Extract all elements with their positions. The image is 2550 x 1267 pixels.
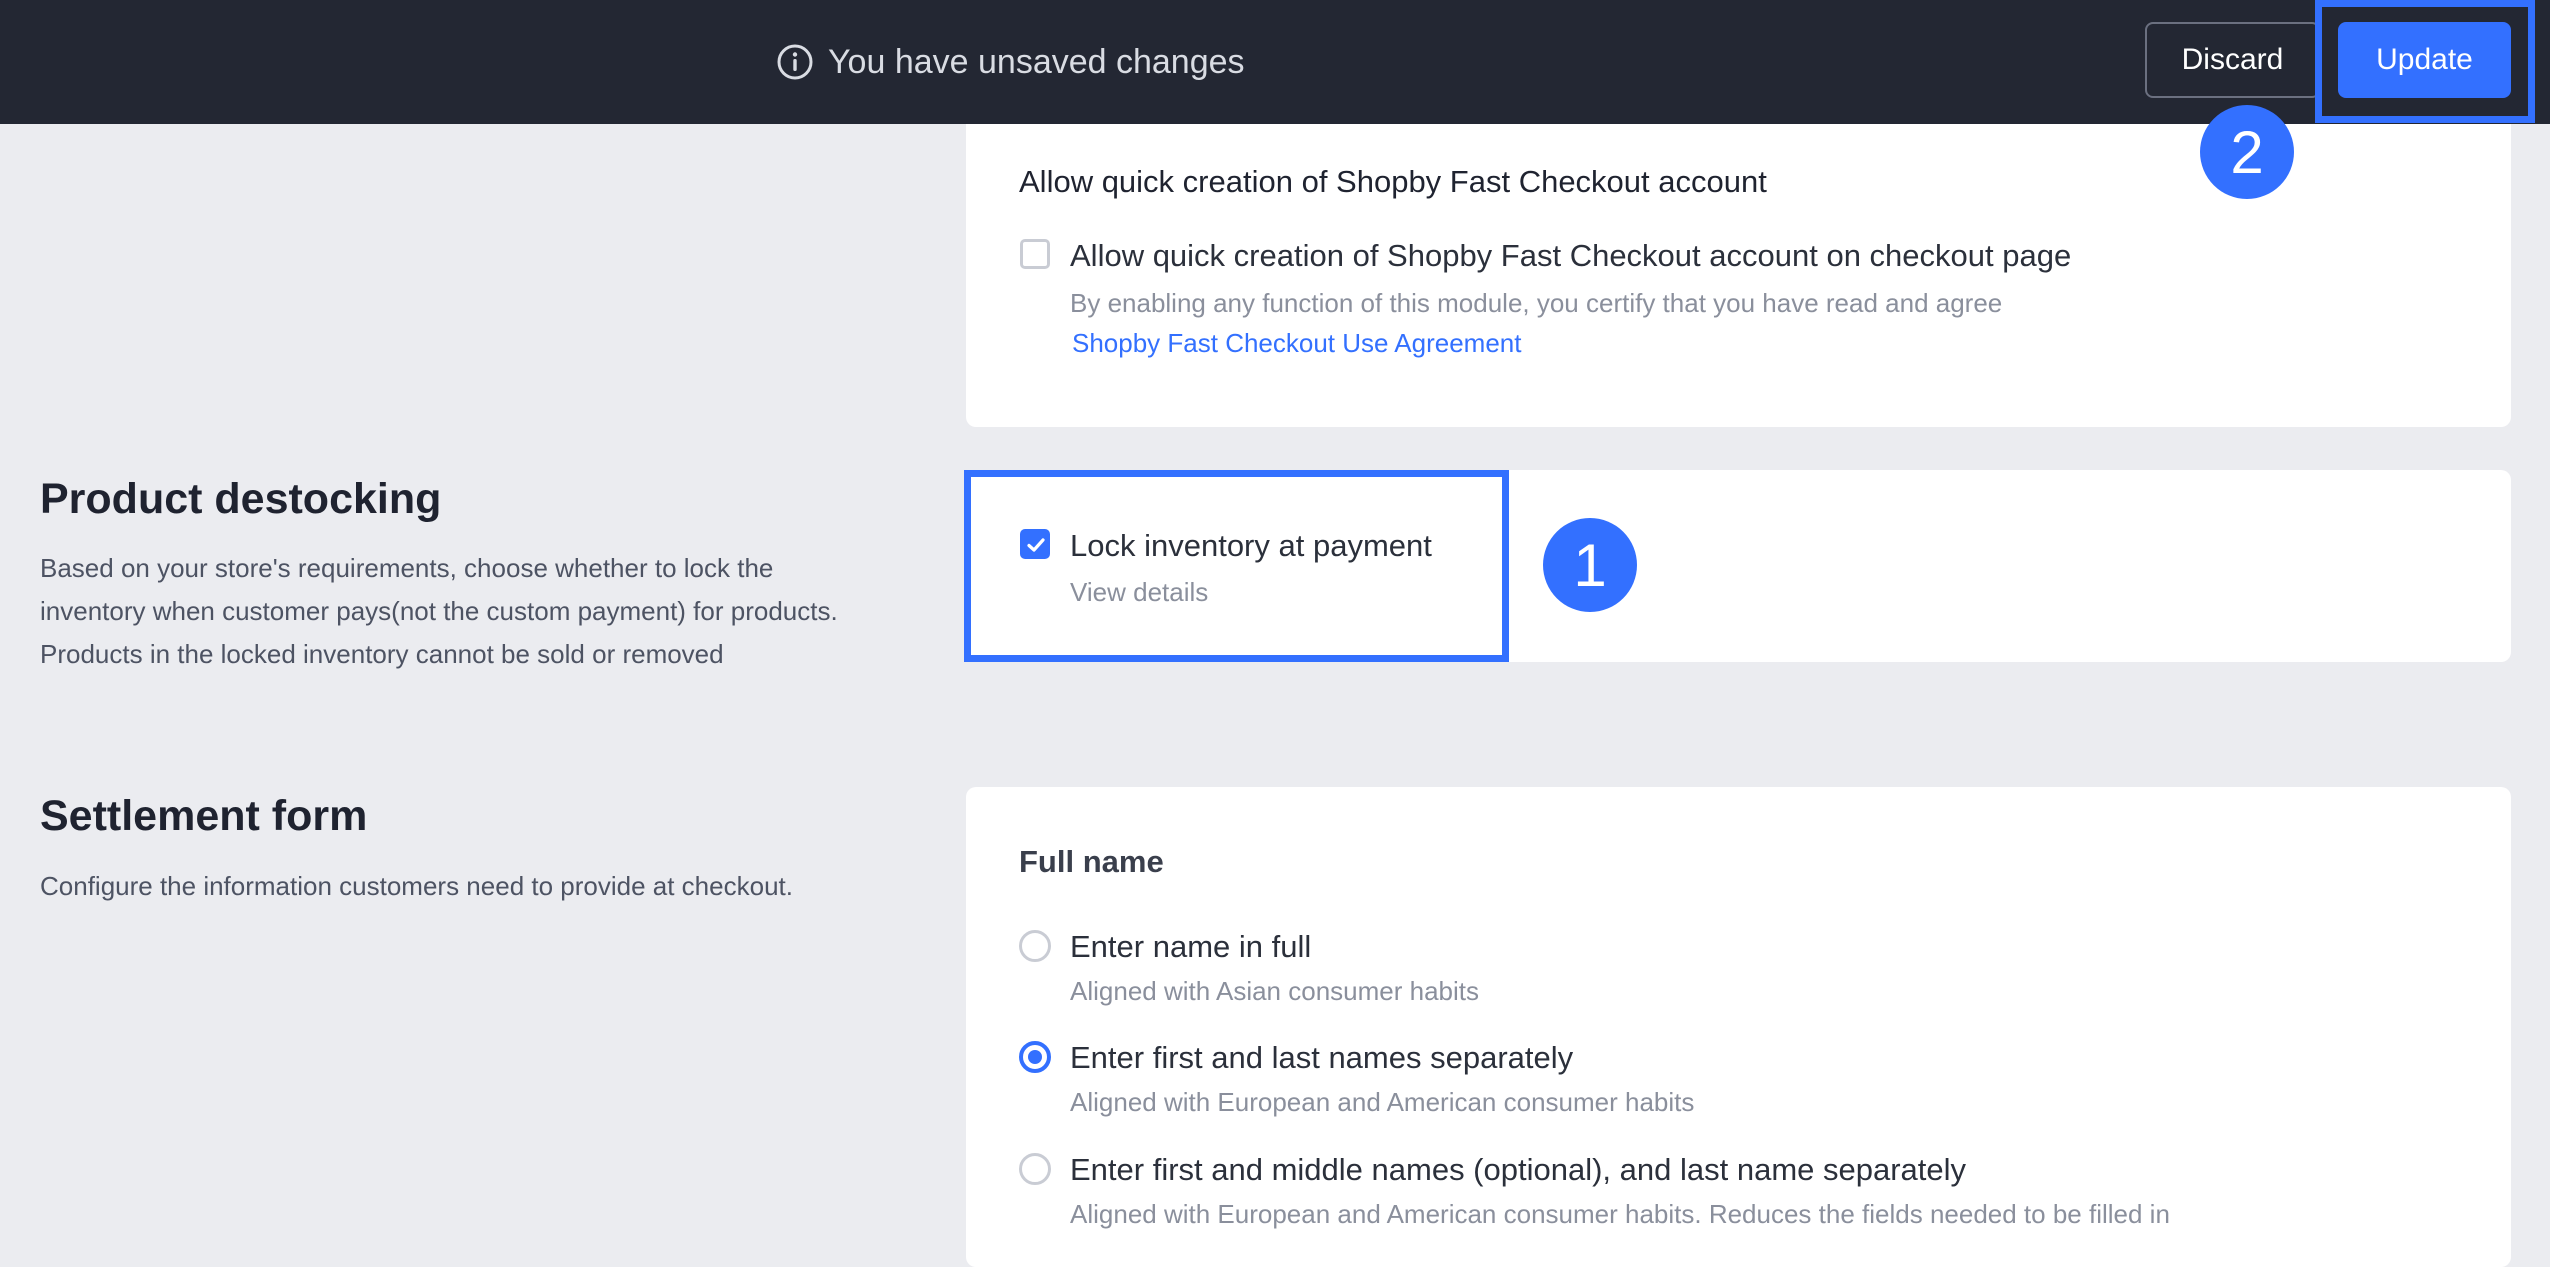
option-description: Aligned with European and American consu… [1070, 1087, 1695, 1117]
full-name-title: Full name [1019, 844, 1164, 879]
highlight-update-button [2315, 0, 2535, 123]
destocking-section-description: Based on your store's requirements, choo… [40, 553, 838, 669]
radio-first-last-separately[interactable] [1019, 1041, 1051, 1073]
option-label[interactable]: Enter first and middle names (optional),… [1070, 1152, 1966, 1188]
option-label[interactable]: Enter first and last names separately [1070, 1040, 1573, 1076]
step-marker-1: 1 [1543, 518, 1637, 612]
unsaved-notice: You have unsaved changes [776, 37, 1245, 87]
highlight-lock-inventory [964, 470, 1509, 662]
option-label[interactable]: Enter name in full [1070, 929, 1311, 965]
unsaved-changes-bar: You have unsaved changes Discard Update [0, 0, 2550, 124]
fast-checkout-agreement-link[interactable]: Shopby Fast Checkout Use Agreement [1072, 328, 1521, 359]
option-description: Aligned with Asian consumer habits [1070, 976, 1480, 1006]
discard-button[interactable]: Discard [2145, 22, 2320, 98]
settlement-section-description: Configure the information customers need… [40, 871, 793, 901]
info-icon [776, 43, 814, 81]
fast-checkout-title: Allow quick creation of Shopby Fast Chec… [1019, 164, 1767, 199]
destocking-section-title: Product destocking [40, 475, 442, 523]
radio-first-middle-last[interactable] [1019, 1153, 1051, 1185]
fast-checkout-checkbox-label[interactable]: Allow quick creation of Shopby Fast Chec… [1070, 238, 2071, 274]
unsaved-text: You have unsaved changes [828, 42, 1245, 81]
fast-checkout-description: By enabling any function of this module,… [1070, 288, 2003, 318]
fast-checkout-checkbox[interactable] [1020, 239, 1050, 269]
settlement-card [966, 787, 2511, 1267]
radio-name-in-full[interactable] [1019, 930, 1051, 962]
step-marker-2: 2 [2200, 105, 2294, 199]
settlement-section-title: Settlement form [40, 792, 368, 840]
option-description: Aligned with European and American consu… [1070, 1199, 2170, 1229]
